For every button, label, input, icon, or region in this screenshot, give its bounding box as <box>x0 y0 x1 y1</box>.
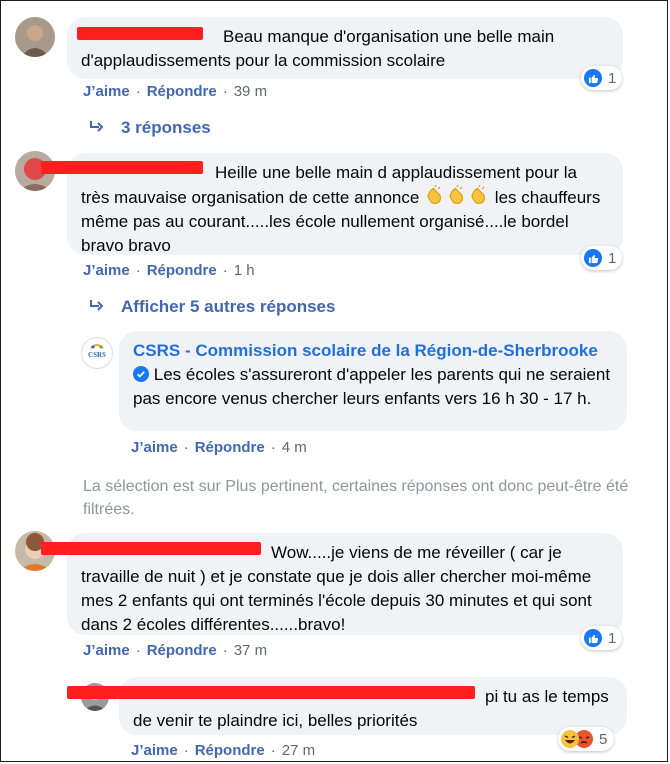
like-icon <box>584 69 602 87</box>
redaction-bar <box>41 161 203 174</box>
avatar[interactable] <box>15 17 55 57</box>
view-replies-link[interactable]: 3 réponses <box>89 118 211 138</box>
reaction-count[interactable]: 1 <box>581 66 623 90</box>
like-link[interactable]: J’aime <box>83 262 130 279</box>
timestamp[interactable]: 27 m <box>282 742 315 759</box>
filter-notice: La sélection est sur Plus pertinent, cer… <box>83 478 629 518</box>
timestamp[interactable]: 39 m <box>234 83 267 100</box>
comment-actions: J’aime · Répondre · 37 m <box>83 642 268 659</box>
reaction-count[interactable]: 1 <box>581 626 623 650</box>
reply-arrow-icon <box>89 297 104 317</box>
clapping-hands-icon <box>424 185 490 207</box>
comment-actions: J’aime · Répondre · 39 m <box>83 83 268 100</box>
comment-bubble: CSRS - Commission scolaire de la Région-… <box>119 331 627 431</box>
reply-link[interactable]: Répondre <box>147 642 217 659</box>
reply-link[interactable]: Répondre <box>195 439 265 456</box>
comment-actions: J’aime · Répondre · 4 m <box>131 439 307 456</box>
reaction-count[interactable]: 5 <box>558 727 615 751</box>
redaction-bar <box>77 27 203 40</box>
like-link[interactable]: J’aime <box>83 642 130 659</box>
like-icon <box>584 249 602 267</box>
comment-actions: J’aime · Répondre · 1 h <box>83 262 255 279</box>
redaction-bar <box>67 686 475 699</box>
timestamp[interactable]: 1 h <box>234 262 255 279</box>
comments-panel: Beau manque d'organisation une belle mai… <box>0 0 668 762</box>
page-logo-text: CSRS <box>88 351 106 359</box>
like-link[interactable]: J’aime <box>131 439 178 456</box>
page-avatar[interactable]: CSRS <box>81 337 113 369</box>
reply-link[interactable]: Répondre <box>147 83 217 100</box>
verified-badge-icon <box>133 365 149 382</box>
reaction-count[interactable]: 1 <box>581 246 623 270</box>
like-link[interactable]: J’aime <box>83 83 130 100</box>
view-more-replies-link[interactable]: Afficher 5 autres réponses <box>89 297 335 317</box>
reply-arrow-icon <box>89 118 104 138</box>
haha-icon <box>561 730 579 748</box>
like-icon <box>584 629 602 647</box>
redaction-bar <box>41 542 261 555</box>
timestamp[interactable]: 4 m <box>282 439 307 456</box>
reply-link[interactable]: Répondre <box>147 262 217 279</box>
comment-actions: J’aime · Répondre · 27 m <box>131 742 316 759</box>
like-link[interactable]: J’aime <box>131 742 178 759</box>
timestamp[interactable]: 37 m <box>234 642 267 659</box>
reply-link[interactable]: Répondre <box>195 742 265 759</box>
author-name[interactable]: CSRS - Commission scolaire de la Région-… <box>133 341 598 360</box>
comment-text: Wow.....je viens de me réveiller ( car j… <box>81 543 592 634</box>
comment-text: Les écoles s'assureront d'appeler les pa… <box>133 365 611 408</box>
